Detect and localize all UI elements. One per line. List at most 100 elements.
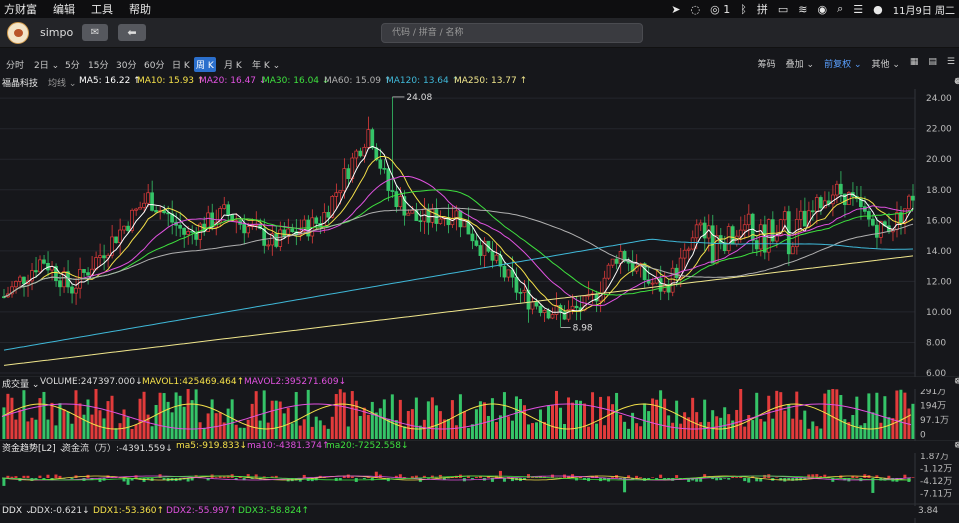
candle-body (514, 276, 519, 293)
candle-body (398, 196, 403, 208)
volume-bar (839, 395, 843, 439)
candle-body (34, 270, 38, 273)
volume-title[interactable]: 成交量 ⌄ (2, 377, 39, 390)
period-tab[interactable]: 2日 ⌄ (32, 57, 61, 72)
mail-button[interactable]: ✉ (82, 24, 108, 41)
candle-body (802, 210, 807, 227)
candle-body (282, 229, 287, 238)
period-tab[interactable]: 5分 (63, 57, 82, 72)
candle-body (338, 190, 343, 194)
search-input[interactable]: 代码 / 拼音 / 名称 (381, 23, 643, 43)
back-button[interactable]: ⬅ (118, 24, 146, 41)
layout-icon[interactable]: ▤ (928, 57, 937, 70)
chat-icon[interactable]: ◌ (691, 3, 701, 16)
wechat-icon[interactable]: ◎ 1 (710, 3, 730, 16)
avatar[interactable] (7, 22, 29, 44)
input-method-icon[interactable]: 拼 (757, 1, 768, 17)
close-icon[interactable]: ✕ (954, 441, 959, 451)
user-icon[interactable]: ◉ (817, 3, 827, 16)
control-center-icon[interactable]: ☰ (853, 3, 863, 16)
candle-body (686, 248, 691, 251)
candle-body (550, 314, 555, 319)
ma-type-dropdown[interactable]: 均线 ⌄ (48, 76, 76, 89)
list-icon[interactable]: ☰ (947, 57, 955, 70)
volume-bar (150, 426, 154, 439)
overlay-dropdown[interactable]: 叠加 ⌄ (786, 57, 814, 70)
grid-icon[interactable]: ▦ (910, 57, 919, 70)
candle-body (574, 305, 579, 309)
period-tab[interactable]: 年 K ⌄ (250, 57, 282, 72)
volume-bar (887, 417, 891, 439)
period-tab[interactable]: 日 K (170, 57, 192, 72)
volume-axis-label: 194万 (920, 402, 946, 412)
period-tab[interactable]: 周 K (194, 57, 216, 72)
battery-icon[interactable]: ▭ (778, 3, 788, 16)
fund-bar (887, 475, 891, 478)
volume-bar (599, 396, 603, 439)
volume-bar (591, 392, 595, 439)
fund-bar (6, 475, 10, 478)
ddx-axis-label: 3.84 (918, 506, 939, 516)
app-menu[interactable]: 方财富 (4, 1, 37, 17)
fund-axis-label: -7.11万 (920, 490, 952, 500)
price-axis-label: 12.00 (926, 277, 952, 287)
clock[interactable]: 11月9日 周二 (893, 2, 955, 17)
period-tab[interactable]: 60分 (142, 57, 166, 72)
fund-bar (727, 478, 731, 480)
period-tab[interactable]: 分时 (4, 57, 26, 72)
candle-body (94, 257, 98, 270)
volume-bar (615, 392, 619, 439)
candle-body (871, 218, 875, 226)
bluetooth-icon[interactable]: ᛒ (740, 3, 747, 16)
menu-help[interactable]: 帮助 (129, 1, 151, 17)
volume-bar (671, 422, 675, 439)
candle-body (738, 229, 743, 237)
candle-body (698, 222, 703, 226)
volume-bar (342, 392, 346, 439)
fund-bar (58, 475, 62, 478)
siri-icon[interactable]: ● (873, 3, 883, 16)
ddx-title[interactable]: DDX ⌄ (2, 506, 32, 516)
volume-bar (799, 419, 803, 439)
volume-bar (763, 421, 767, 439)
stock-name[interactable]: 福晶科技 (2, 76, 38, 89)
fund-bar (743, 478, 747, 482)
volume-bar (739, 389, 743, 439)
volume-bar (454, 425, 458, 439)
candle-body (162, 210, 166, 214)
chip-button[interactable]: 筹码 (758, 57, 776, 70)
volume-bar (759, 419, 763, 439)
volume-bar (114, 428, 118, 439)
candle-body (606, 264, 611, 279)
price-axis-label: 22.00 (926, 125, 952, 135)
candle-body (530, 301, 535, 310)
fund-bar (731, 476, 735, 478)
candle-body (866, 211, 871, 220)
volume-bar (298, 425, 302, 439)
fund-bar (526, 474, 530, 478)
period-tab[interactable]: 15分 (86, 57, 110, 72)
telegram-icon[interactable]: ➤ (671, 3, 680, 16)
volume-bar (78, 403, 82, 439)
volume-bar (779, 392, 783, 439)
other-dropdown[interactable]: 其他 ⌄ (871, 57, 899, 70)
fund-ma5-label: ma5:-919.833↓ (176, 441, 248, 451)
username[interactable]: simpo (40, 26, 73, 39)
volume-bar (118, 423, 122, 439)
adjust-dropdown[interactable]: 前复权 ⌄ (824, 57, 861, 70)
close-icon[interactable]: ✕ (954, 377, 959, 387)
stock-chart[interactable]: 24.00 22.00 20.00 18.00 16.00 14.00 12.00 10.00… (0, 89, 959, 523)
volume-bar (823, 393, 827, 439)
fund-title[interactable]: 资金趋势[L2] ⌄ (2, 441, 66, 454)
period-tab[interactable]: 30分 (114, 57, 138, 72)
wifi-icon[interactable]: ≋ (798, 3, 807, 16)
volume-bar (398, 399, 402, 439)
period-tab[interactable]: 月 K (222, 57, 244, 72)
menu-tools[interactable]: 工具 (91, 1, 113, 17)
fund-bar (146, 478, 150, 480)
close-icon[interactable]: ✕ (954, 77, 959, 87)
spotlight-search-icon[interactable]: ⌕ (837, 2, 843, 16)
menu-edit[interactable]: 编辑 (53, 1, 75, 17)
candle-body (38, 259, 42, 273)
candle-body (462, 220, 467, 228)
